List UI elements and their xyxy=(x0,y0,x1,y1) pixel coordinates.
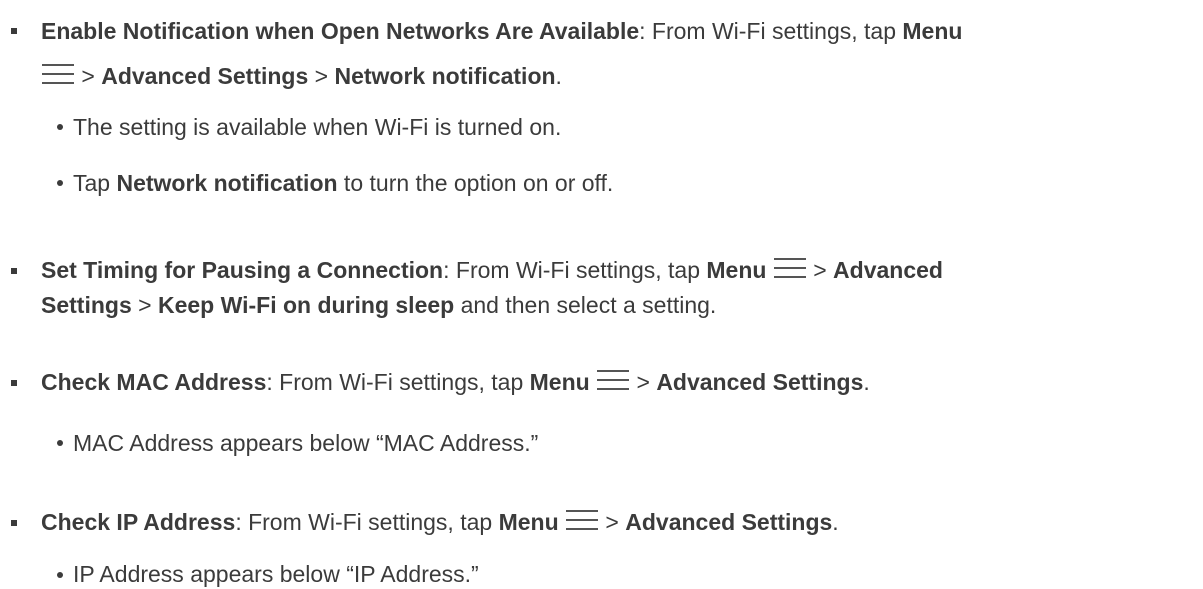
bullet-dot xyxy=(57,180,63,186)
menu-label: Menu xyxy=(498,509,559,535)
menu-label: Menu xyxy=(706,257,767,283)
hamburger-menu-icon xyxy=(773,257,807,279)
menu-label: Menu xyxy=(529,369,590,395)
item-title: Check MAC Address xyxy=(41,369,267,395)
sub-item-text: MAC Address appears below “MAC Address.” xyxy=(73,430,539,456)
bullet-square xyxy=(11,28,17,34)
hamburger-menu-icon xyxy=(596,369,630,391)
advanced-settings-label: Advanced Settings xyxy=(656,369,864,395)
sub-item-text: The setting is available when Wi-Fi is t… xyxy=(73,114,562,140)
bullet-square xyxy=(11,520,17,526)
hamburger-menu-icon xyxy=(565,509,599,531)
item-title: Enable Notification when Open Networks A… xyxy=(41,18,640,44)
bullet-dot xyxy=(57,124,63,130)
network-notification-label: Network notification xyxy=(334,63,556,89)
sub-item-text: Tap Network notification to turn the opt… xyxy=(73,170,614,196)
list-item-text: Enable Notification when Open Networks A… xyxy=(41,18,963,44)
bullet-square xyxy=(11,268,17,274)
list-item-text: > Advanced Settings > Network notificati… xyxy=(41,61,562,91)
list-item-text: Settings > Keep Wi-Fi on during sleep an… xyxy=(41,292,717,318)
advanced-settings-label: Advanced Settings xyxy=(625,509,833,535)
bullet-dot xyxy=(57,572,63,578)
keep-wifi-on-label: Keep Wi-Fi on during sleep xyxy=(157,292,455,318)
document-page: Enable Notification when Open Networks A… xyxy=(0,0,1203,587)
list-item-text: Check IP Address: From Wi-Fi settings, t… xyxy=(41,509,839,535)
menu-label: Menu xyxy=(902,18,963,44)
item-title: Check IP Address xyxy=(41,509,236,535)
list-item-text: Set Timing for Pausing a Connection: Fro… xyxy=(41,257,943,283)
bullet-dot xyxy=(57,440,63,446)
sub-item-text: IP Address appears below “IP Address.” xyxy=(73,561,479,587)
list-item-text: Check MAC Address: From Wi-Fi settings, … xyxy=(41,369,870,395)
item-title: Set Timing for Pausing a Connection xyxy=(41,257,444,283)
hamburger-menu-icon xyxy=(41,63,75,85)
advanced-settings-label: Advanced xyxy=(833,257,943,283)
advanced-settings-label: Advanced Settings xyxy=(101,63,309,89)
bullet-square xyxy=(11,380,17,386)
